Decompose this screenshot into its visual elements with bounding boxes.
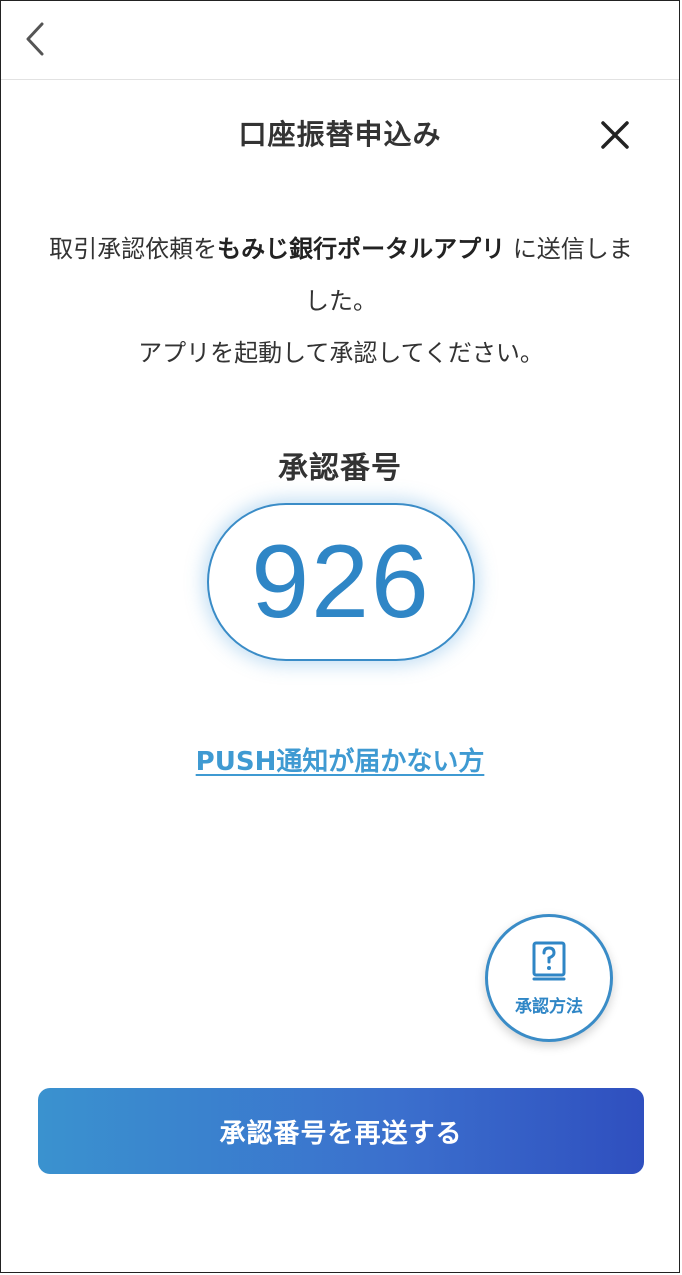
message-line2: アプリを起動して承認してください。 — [138, 339, 544, 367]
approval-code: 926 — [251, 523, 431, 640]
close-button[interactable] — [593, 113, 637, 157]
back-button[interactable] — [15, 19, 55, 59]
close-icon — [601, 121, 629, 149]
approval-code-label: 承認番号 — [278, 451, 402, 486]
resend-code-button[interactable]: 承認番号を再送する — [38, 1088, 644, 1174]
approval-method-button[interactable]: 承認方法 — [485, 914, 613, 1042]
message-prefix: 取引承認依頼を — [49, 235, 218, 263]
chevron-left-icon — [26, 22, 44, 56]
page-title: 口座振替申込み — [238, 118, 442, 151]
bank-app-name: もみじ銀行ポータルアプリ — [217, 235, 506, 263]
question-book-icon — [532, 941, 566, 980]
approval-method-label: 承認方法 — [515, 996, 583, 1017]
push-not-received-link[interactable]: PUSH通知が届かない方 — [1, 741, 679, 778]
instruction-message: 取引承認依頼をもみじ銀行ポータルアプリ に送信しました。 アプリを起動して承認し… — [41, 223, 641, 379]
top-navigation-bar — [1, 1, 679, 80]
app-screen: 口座振替申込み 取引承認依頼をもみじ銀行ポータルアプリ に送信しました。 アプリ… — [0, 0, 680, 1273]
approval-code-box: 926 — [207, 503, 475, 661]
